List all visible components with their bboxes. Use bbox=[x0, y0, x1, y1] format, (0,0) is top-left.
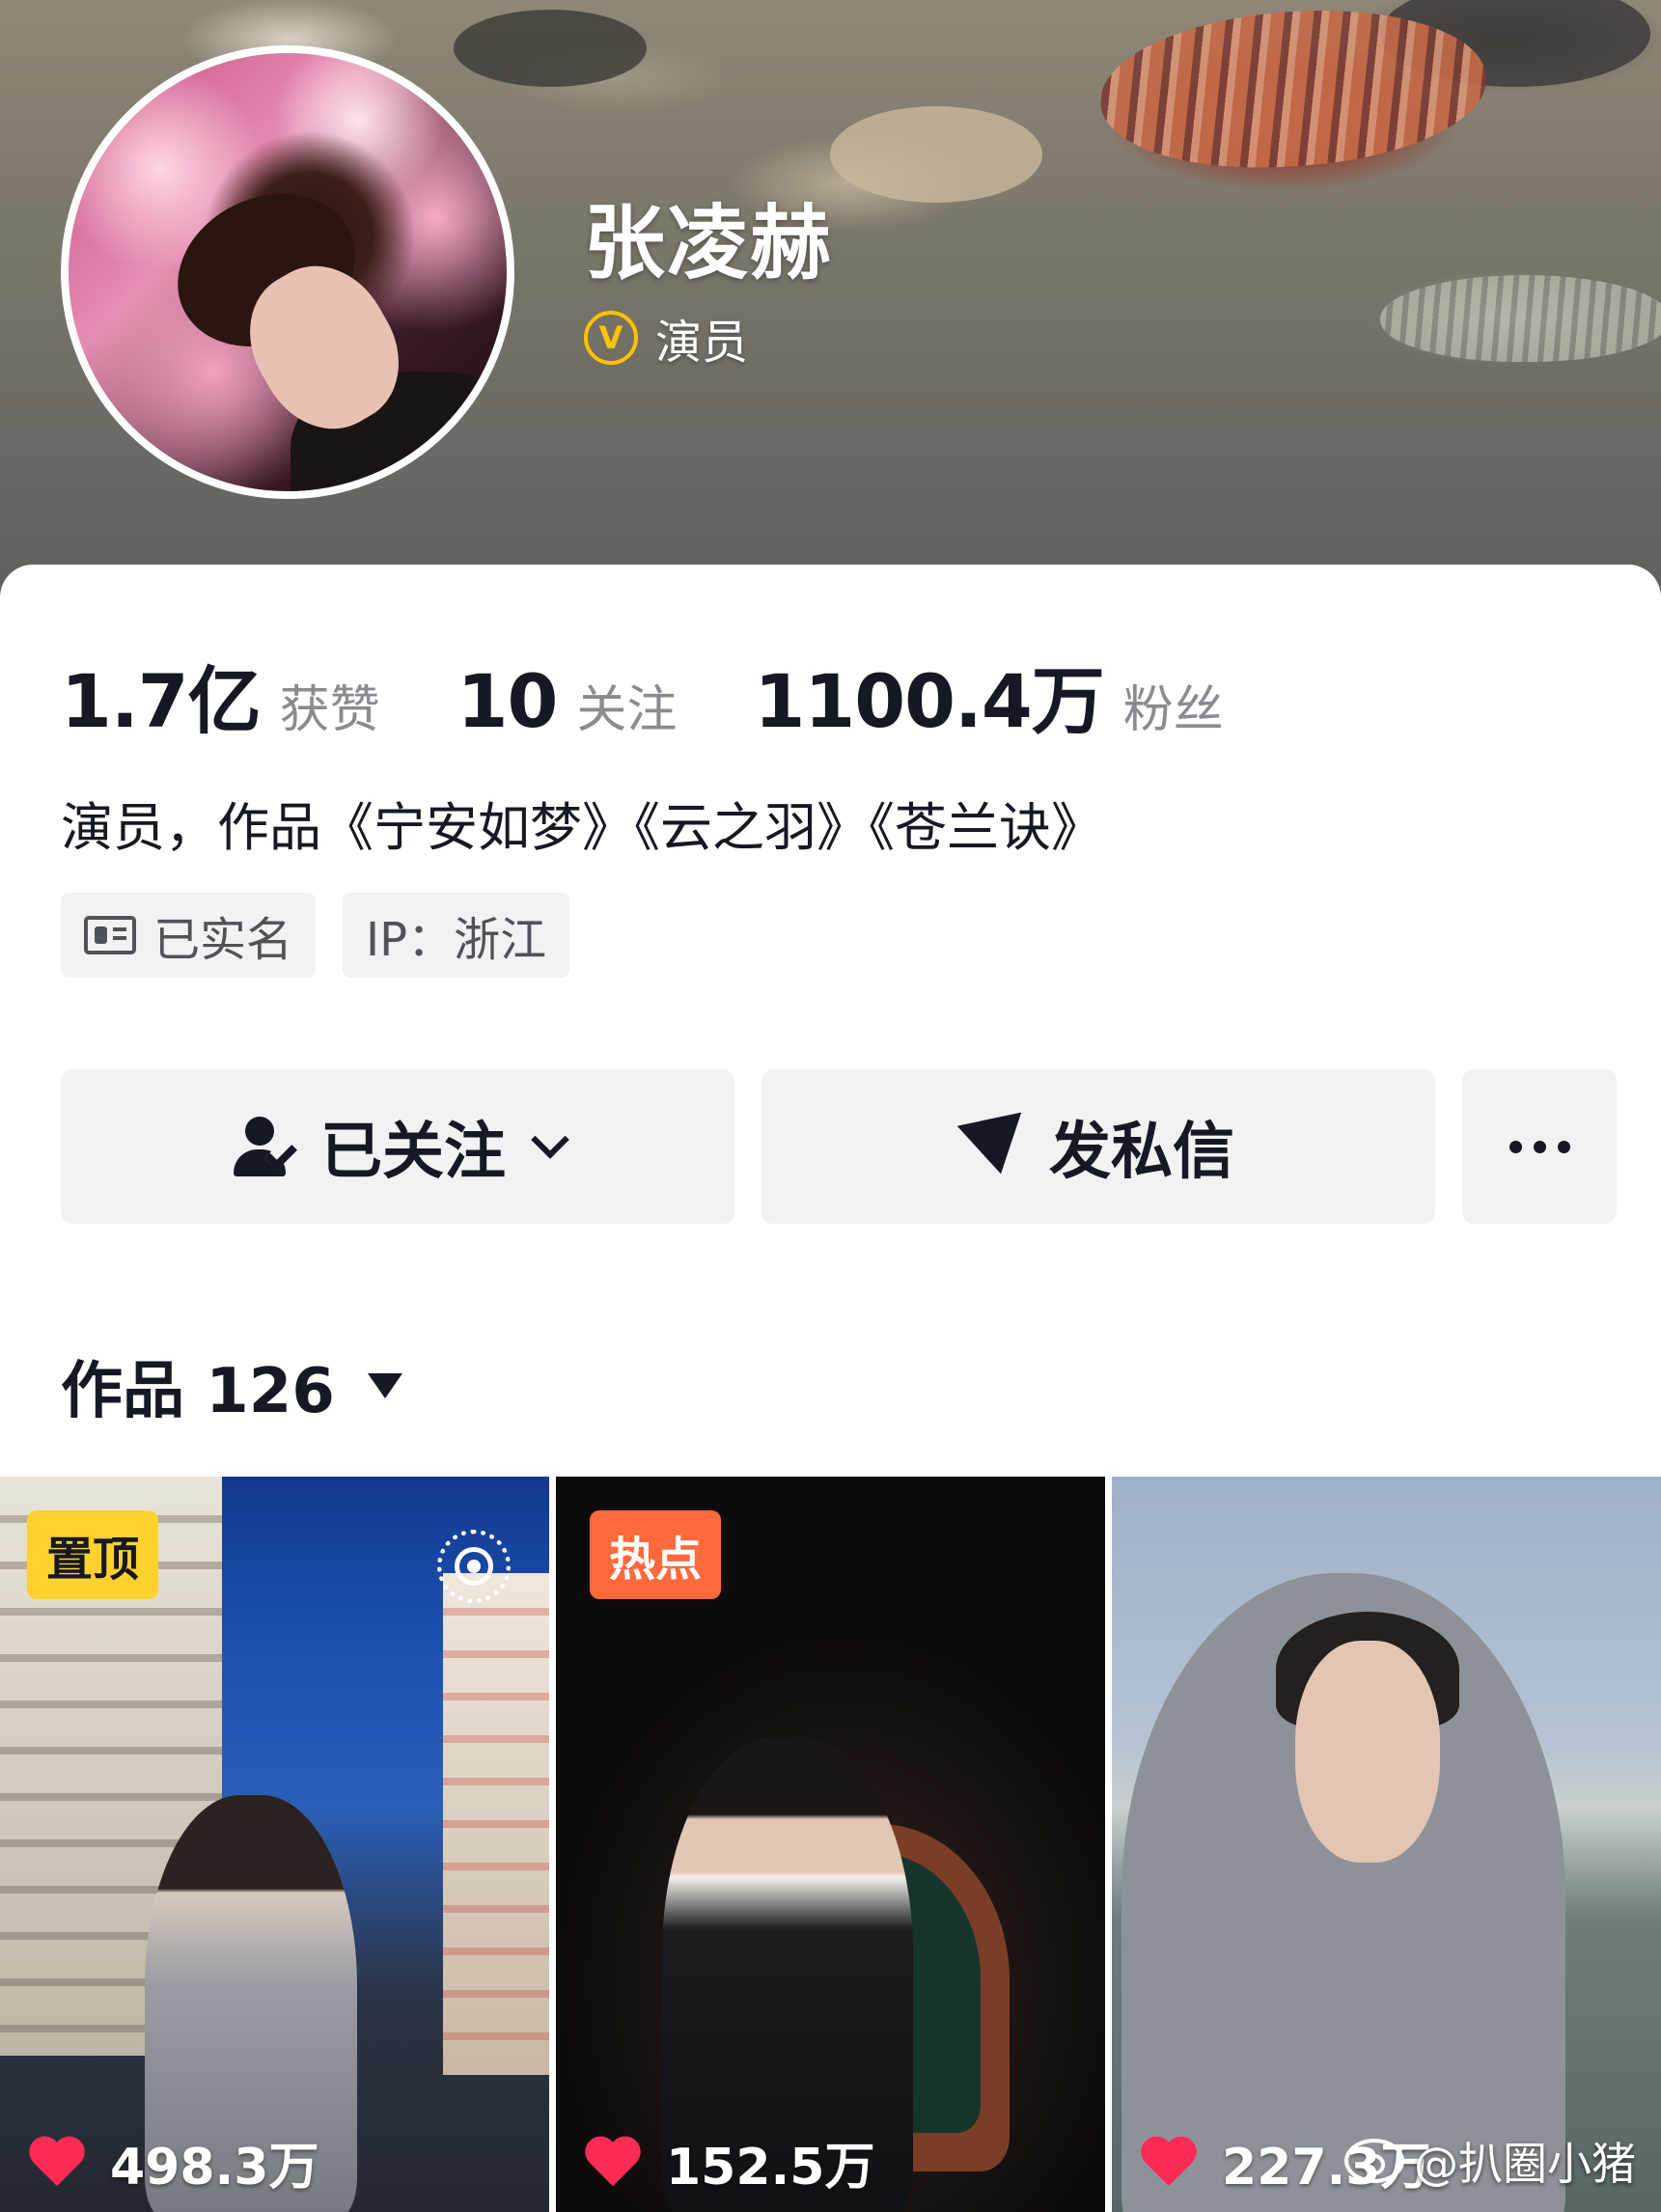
verification-row: V 演员 bbox=[584, 304, 748, 372]
video-grid: 置顶 498.3万 热点 152.5万 227.3万 @扒圈小猪 bbox=[0, 1477, 1661, 2212]
followed-button[interactable]: 已关注 bbox=[61, 1069, 734, 1224]
hot-badge: 热点 bbox=[590, 1510, 722, 1599]
more-button[interactable] bbox=[1462, 1069, 1617, 1224]
stat-value: 1100.4万 bbox=[754, 658, 1104, 744]
chevron-down-icon bbox=[531, 1120, 569, 1159]
likes-count: 152.5万 bbox=[666, 2139, 875, 2197]
profile-cover: 张凌赫 V 演员 bbox=[0, 0, 1661, 618]
cover-stone bbox=[830, 106, 1042, 203]
profile-bio: 演员，作品《宁安如梦》《云之羽》《苍兰诀》 bbox=[61, 797, 1103, 858]
cover-stone bbox=[454, 10, 647, 87]
user-check-icon bbox=[232, 1113, 299, 1180]
stat-following[interactable]: 10 关注 bbox=[457, 658, 678, 744]
profile-name: 张凌赫 bbox=[584, 196, 834, 290]
avatar[interactable] bbox=[61, 45, 514, 499]
pinned-badge: 置顶 bbox=[27, 1510, 159, 1599]
send-message-button[interactable]: 发私信 bbox=[761, 1069, 1435, 1224]
real-name-label: 已实名 bbox=[153, 913, 293, 967]
video-tile[interactable]: 227.3万 @扒圈小猪 bbox=[1112, 1477, 1661, 2212]
stats-row: 1.7亿 获赞 10 关注 1100.4万 粉丝 bbox=[61, 642, 1301, 748]
heart-icon bbox=[29, 2138, 85, 2188]
stat-value: 1.7亿 bbox=[61, 658, 262, 744]
action-buttons: 已关注 发私信 bbox=[61, 1069, 1617, 1224]
works-title: 作品 126 bbox=[61, 1356, 335, 1427]
stat-label: 获赞 bbox=[279, 681, 380, 739]
id-card-icon bbox=[84, 916, 136, 954]
ip-location-label: IP：浙江 bbox=[366, 913, 547, 967]
watermark: @扒圈小猪 bbox=[1344, 2129, 1636, 2193]
cover-shell bbox=[1094, 0, 1492, 180]
send-message-label: 发私信 bbox=[1049, 1117, 1234, 1188]
stat-followers[interactable]: 1100.4万 粉丝 bbox=[754, 642, 1223, 748]
cover-shell bbox=[1380, 275, 1661, 362]
video-tile[interactable]: 置顶 498.3万 bbox=[0, 1477, 549, 2212]
stat-value: 10 bbox=[457, 658, 559, 744]
paper-plane-icon bbox=[956, 1112, 1034, 1181]
stat-likes[interactable]: 1.7亿 获赞 bbox=[61, 642, 380, 748]
live-photo-icon bbox=[437, 1530, 511, 1603]
followed-label: 已关注 bbox=[320, 1117, 506, 1188]
heart-icon bbox=[585, 2138, 641, 2188]
video-likes: 152.5万 bbox=[585, 2126, 874, 2198]
stat-label: 粉丝 bbox=[1122, 681, 1224, 739]
weibo-icon bbox=[1344, 2139, 1404, 2183]
watermark-text: @扒圈小猪 bbox=[1414, 2138, 1636, 2190]
caret-down-icon bbox=[367, 1373, 402, 1398]
video-tile[interactable]: 热点 152.5万 bbox=[556, 1477, 1105, 2212]
video-likes: 498.3万 bbox=[29, 2126, 318, 2198]
works-tab[interactable]: 作品 126 bbox=[61, 1341, 402, 1430]
verification-label: 演员 bbox=[655, 316, 749, 370]
ip-location-tag: IP：浙江 bbox=[343, 893, 570, 978]
verified-badge-icon: V bbox=[584, 311, 638, 365]
heart-icon bbox=[1141, 2138, 1197, 2188]
stat-label: 关注 bbox=[576, 681, 678, 739]
ellipsis-icon bbox=[1509, 1140, 1570, 1153]
profile-tags: 已实名 IP：浙江 bbox=[61, 893, 570, 978]
real-name-tag[interactable]: 已实名 bbox=[61, 893, 317, 978]
likes-count: 498.3万 bbox=[110, 2139, 319, 2197]
